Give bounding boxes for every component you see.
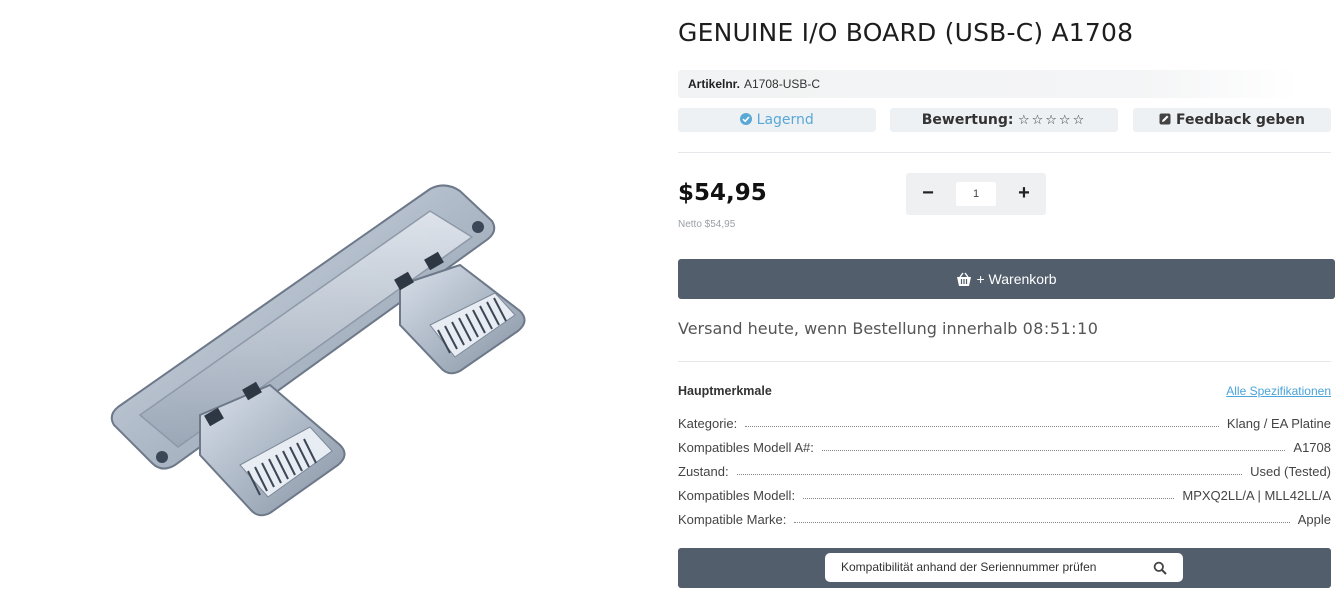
rating-label: Bewertung: xyxy=(921,112,1014,128)
check-circle-icon xyxy=(740,113,753,125)
netto-price: Netto $54,95 xyxy=(678,219,736,230)
divider xyxy=(678,152,1331,153)
quantity-increase-button[interactable]: + xyxy=(1014,182,1034,204)
edit-icon xyxy=(1159,113,1171,125)
spec-key: Kompatibles Modell A#: xyxy=(678,440,814,455)
specs-heading: Hauptmerkmale xyxy=(678,384,772,398)
spec-row: Kategorie: Klang / EA Platine xyxy=(678,411,1331,431)
product-image[interactable] xyxy=(100,175,540,535)
rating-badge[interactable]: Bewertung: ☆☆☆☆☆ xyxy=(890,108,1118,132)
stock-status-label: Lagernd xyxy=(756,112,814,128)
spec-row: Zustand: Used (Tested) xyxy=(678,459,1331,479)
serial-number-input[interactable]: Kompatibilität anhand der Seriennummer p… xyxy=(825,553,1183,582)
serial-number-placeholder: Kompatibilität anhand der Seriennummer p… xyxy=(841,560,1097,574)
quantity-input[interactable] xyxy=(956,182,996,206)
spec-leader xyxy=(803,498,1175,499)
spec-value: MPXQ2LL/A | MLL42LL/A xyxy=(1182,488,1331,503)
product-title: GENUINE I/O BOARD (USB-C) A1708 xyxy=(678,18,1134,47)
spec-value: Apple xyxy=(1297,512,1331,527)
basket-icon xyxy=(957,272,972,286)
spec-key: Kompatibles Modell: xyxy=(678,488,796,503)
quantity-decrease-button[interactable]: − xyxy=(918,182,938,204)
sku-label: Artikelnr. xyxy=(688,77,741,91)
price: $54,95 xyxy=(678,180,767,206)
spec-value: Klang / EA Platine xyxy=(1226,416,1331,431)
divider xyxy=(678,361,1331,362)
spec-key: Kategorie: xyxy=(678,416,738,431)
all-specs-link[interactable]: Alle Spezifikationen xyxy=(1226,384,1331,398)
spec-leader xyxy=(736,474,1243,475)
add-to-cart-label: + Warenkorb xyxy=(976,271,1057,287)
sku-bar: Artikelnr. A1708-USB-C xyxy=(678,70,1298,98)
rating-stars[interactable]: ☆☆☆☆☆ xyxy=(1018,113,1086,128)
serial-check-bar: Kompatibilität anhand der Seriennummer p… xyxy=(678,548,1331,588)
spec-row: Kompatible Marke: Apple xyxy=(678,507,1331,527)
quantity-stepper: − + xyxy=(906,173,1046,215)
shipping-text: Versand heute, wenn Bestellung innerhalb xyxy=(678,319,1018,338)
shipping-countdown: 08:51:10 xyxy=(1022,319,1099,338)
spec-key: Zustand: xyxy=(678,464,729,479)
spec-leader xyxy=(745,426,1219,427)
feedback-label: Feedback geben xyxy=(1175,112,1305,128)
spec-leader xyxy=(794,522,1290,523)
spec-row: Kompatibles Modell: MPXQ2LL/A | MLL42LL/A xyxy=(678,483,1331,503)
add-to-cart-button[interactable]: + Warenkorb xyxy=(678,259,1335,299)
spec-key: Kompatible Marke: xyxy=(678,512,787,527)
spec-leader xyxy=(821,450,1286,451)
shipping-info: Versand heute, wenn Bestellung innerhalb… xyxy=(678,319,1098,338)
search-icon[interactable] xyxy=(1153,561,1167,575)
spec-value: A1708 xyxy=(1293,440,1331,455)
spec-value: Used (Tested) xyxy=(1250,464,1331,479)
feedback-button[interactable]: Feedback geben xyxy=(1133,108,1331,132)
spec-row: Kompatibles Modell A#: A1708 xyxy=(678,435,1331,455)
io-board-illustration xyxy=(110,184,526,517)
sku-value: A1708-USB-C xyxy=(744,77,821,91)
stock-status-badge: Lagernd xyxy=(678,108,876,132)
